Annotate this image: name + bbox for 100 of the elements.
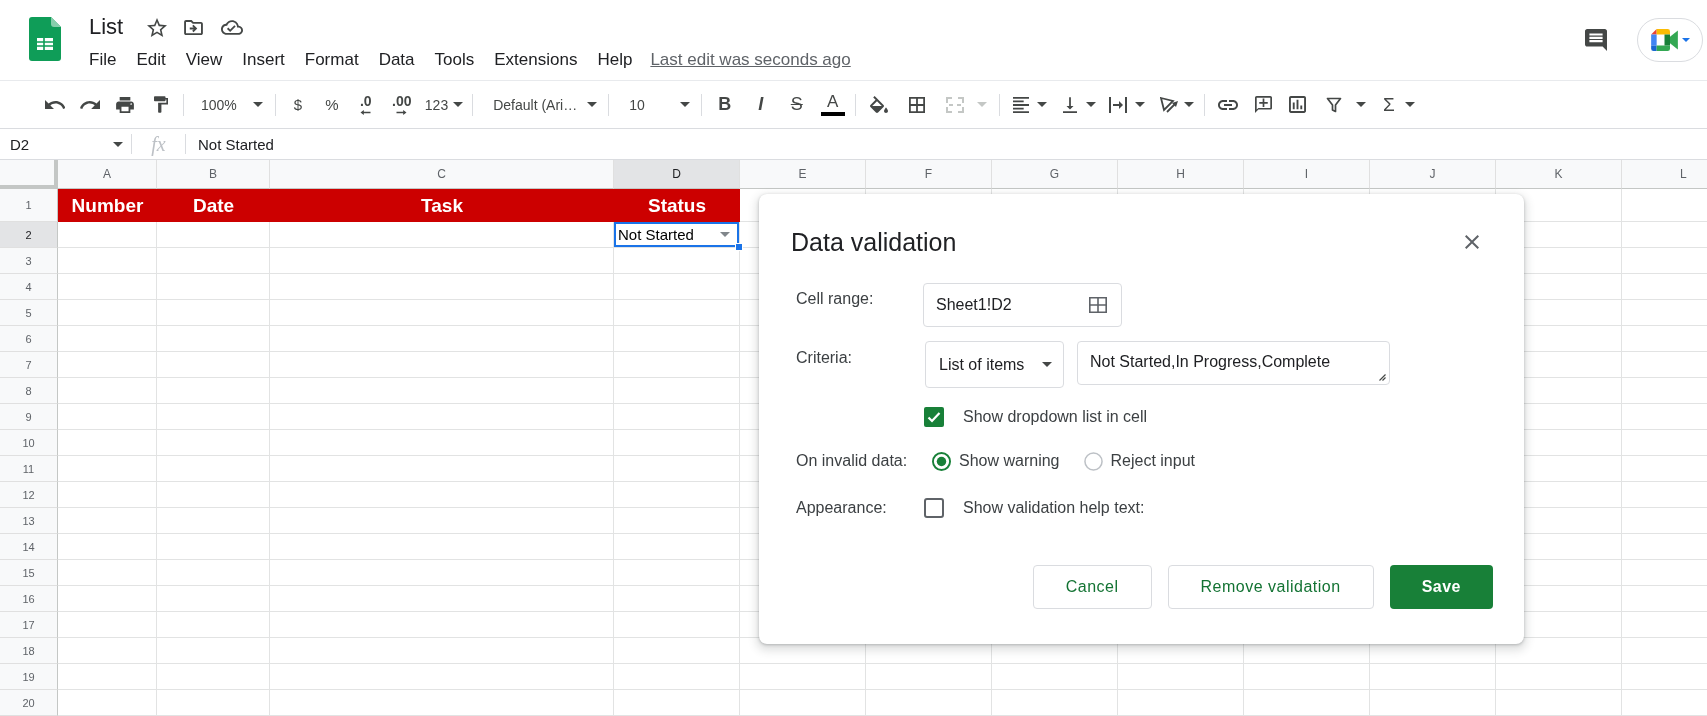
- dialog-button[interactable]: Cancel: [1032, 565, 1152, 609]
- column-header[interactable]: I: [1244, 160, 1370, 189]
- list-items-field[interactable]: Not Started,In Progress,Complete: [1077, 341, 1390, 385]
- number-format-dropdown[interactable]: 123: [420, 89, 470, 120]
- font-dropdown[interactable]: Default (Ari…: [479, 89, 603, 120]
- row-header[interactable]: 18: [0, 638, 58, 664]
- resize-handle-icon[interactable]: [1378, 373, 1386, 381]
- row-header[interactable]: 5: [0, 300, 58, 326]
- font-size-dropdown[interactable]: 10: [615, 89, 695, 120]
- chart-icon[interactable]: [1288, 96, 1306, 113]
- column-header[interactable]: F: [866, 160, 992, 189]
- currency-format-button[interactable]: $: [280, 89, 315, 120]
- link-icon[interactable]: [1217, 99, 1238, 110]
- radio-button[interactable]: [932, 451, 951, 471]
- caret-icon[interactable]: [1036, 102, 1047, 107]
- row-header[interactable]: 4: [0, 274, 58, 300]
- formula-input[interactable]: Not Started: [186, 129, 1707, 159]
- menu-item[interactable]: Edit: [126, 48, 176, 72]
- cloud-check-icon[interactable]: [221, 19, 244, 35]
- dropdown-cell[interactable]: Not Started: [614, 222, 740, 248]
- document-title[interactable]: List: [89, 12, 124, 42]
- menu-item[interactable]: View: [175, 48, 233, 72]
- comment-icon[interactable]: [1585, 29, 1607, 51]
- column-header[interactable]: C: [270, 160, 614, 189]
- undo-icon[interactable]: [45, 100, 65, 109]
- criteria-dropdown[interactable]: List of items: [925, 341, 1064, 388]
- folder-arrow-icon[interactable]: [184, 19, 204, 35]
- row-header[interactable]: 7: [0, 352, 58, 378]
- filter-icon[interactable]: [1325, 96, 1342, 113]
- radio-label[interactable]: Reject input: [1110, 451, 1195, 471]
- menu-item[interactable]: Data: [368, 48, 425, 72]
- strikethrough-button[interactable]: S: [778, 89, 815, 120]
- row-header[interactable]: 20: [0, 690, 58, 716]
- cell-range-field[interactable]: Sheet1!D2: [923, 283, 1122, 327]
- print-icon[interactable]: [116, 96, 134, 113]
- decrease-decimal-button[interactable]: .0: [348, 89, 383, 120]
- caret-icon[interactable]: [1183, 102, 1194, 107]
- percent-format-button[interactable]: %: [314, 89, 349, 120]
- row-header[interactable]: 6: [0, 326, 58, 352]
- checkbox[interactable]: [924, 407, 944, 427]
- spreadsheet-logo-icon[interactable]: [29, 17, 61, 61]
- caret-icon[interactable]: [1355, 102, 1366, 107]
- row-header[interactable]: 9: [0, 404, 58, 430]
- caret-icon[interactable]: [1134, 102, 1145, 107]
- row-header[interactable]: 3: [0, 248, 58, 274]
- star-icon[interactable]: [147, 17, 168, 37]
- fill-handle[interactable]: [735, 243, 743, 251]
- column-header[interactable]: E: [740, 160, 866, 189]
- caret-icon[interactable]: [1085, 102, 1096, 107]
- functions-button[interactable]: Σ: [1380, 89, 1397, 120]
- checkbox-label[interactable]: Show dropdown list in cell: [963, 407, 1148, 427]
- align-bottom-icon[interactable]: [1062, 96, 1077, 113]
- close-icon[interactable]: [1465, 235, 1479, 249]
- dialog-button[interactable]: Remove validation: [1167, 565, 1374, 609]
- menu-item[interactable]: Help: [587, 48, 643, 72]
- column-header[interactable]: L: [1622, 160, 1707, 189]
- menu-item[interactable]: Format: [294, 48, 369, 72]
- row-header[interactable]: 13: [0, 508, 58, 534]
- radio-button[interactable]: [1083, 451, 1103, 471]
- last-edit-link[interactable]: Last edit was seconds ago: [650, 48, 851, 72]
- dialog-button[interactable]: Save: [1389, 565, 1493, 609]
- row-header[interactable]: 12: [0, 482, 58, 508]
- paint-bucket-icon[interactable]: [869, 96, 888, 113]
- row-header[interactable]: 2: [0, 222, 58, 248]
- text-rotation-icon[interactable]: [1159, 96, 1178, 113]
- radio-label[interactable]: Show warning: [959, 451, 1060, 471]
- caret-icon[interactable]: [1404, 102, 1415, 107]
- bold-button[interactable]: B: [706, 89, 743, 120]
- column-header[interactable]: K: [1496, 160, 1622, 189]
- zoom-dropdown[interactable]: 100%: [192, 89, 267, 120]
- column-header[interactable]: D: [614, 160, 740, 189]
- menu-item[interactable]: Insert: [232, 48, 295, 72]
- column-header[interactable]: G: [992, 160, 1118, 189]
- column-header[interactable]: B: [157, 160, 270, 189]
- row-header[interactable]: 16: [0, 586, 58, 612]
- column-header[interactable]: J: [1370, 160, 1496, 189]
- column-header[interactable]: A: [58, 160, 157, 189]
- row-header[interactable]: 14: [0, 534, 58, 560]
- column-header[interactable]: H: [1118, 160, 1244, 189]
- align-left-icon[interactable]: [1012, 96, 1029, 113]
- row-header[interactable]: 10: [0, 430, 58, 456]
- menu-item[interactable]: Extensions: [484, 48, 588, 72]
- name-box[interactable]: D2: [0, 129, 131, 159]
- text-wrap-icon[interactable]: [1108, 96, 1127, 113]
- italic-button[interactable]: I: [742, 89, 779, 120]
- paint-roller-icon[interactable]: [154, 96, 168, 113]
- video-call-button[interactable]: [1637, 18, 1703, 62]
- row-header[interactable]: 11: [0, 456, 58, 482]
- checkbox-label[interactable]: Show validation help text:: [963, 498, 1145, 518]
- grid-icon[interactable]: [1089, 297, 1107, 313]
- row-header[interactable]: 8: [0, 378, 58, 404]
- text-color-button[interactable]: A: [814, 89, 851, 120]
- row-header[interactable]: 1: [0, 189, 58, 222]
- row-header[interactable]: 19: [0, 664, 58, 690]
- borders-icon[interactable]: [908, 96, 925, 113]
- redo-icon[interactable]: [80, 100, 100, 109]
- menu-item[interactable]: Tools: [424, 48, 485, 72]
- add-comment-icon[interactable]: [1254, 96, 1272, 113]
- row-header[interactable]: 15: [0, 560, 58, 586]
- menu-item[interactable]: File: [79, 48, 127, 72]
